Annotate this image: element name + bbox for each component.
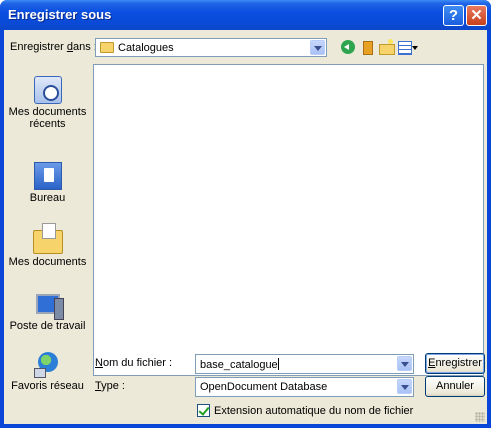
place-my-documents[interactable]: Mes documents (7, 223, 88, 268)
file-type-label: Type : (95, 380, 125, 392)
help-button[interactable]: ? (443, 5, 464, 26)
auto-extension-label[interactable]: Extension automatique du nom de fichier (214, 405, 413, 417)
text-caret (277, 358, 279, 370)
dialog-title: Enregistrer sous (8, 7, 112, 22)
place-network-places[interactable]: Favoris réseau (7, 350, 88, 392)
my-documents-icon (32, 223, 63, 254)
folder-icon (100, 42, 114, 53)
place-my-computer[interactable]: Poste de travail (7, 290, 88, 332)
save-in-dropdown[interactable]: Catalogues (95, 38, 327, 57)
save-as-dialog: Enregistrer sous ? ✕ Enregistrer dans : … (0, 0, 491, 428)
recent-documents-icon (33, 76, 62, 104)
place-label: Mes documents (8, 256, 87, 268)
place-desktop[interactable]: Bureau (7, 162, 88, 204)
place-label: Bureau (29, 192, 66, 204)
save-button[interactable]: Enregistrer (425, 353, 485, 374)
save-in-label: Enregistrer dans : (10, 41, 97, 53)
place-label: Poste de travail (9, 320, 86, 332)
up-folder-icon[interactable] (358, 38, 376, 56)
file-list[interactable] (93, 64, 484, 376)
desktop-icon (33, 162, 62, 190)
chevron-down-icon[interactable] (397, 356, 412, 371)
network-places-icon (33, 350, 62, 378)
cancel-button[interactable]: Annuler (425, 376, 485, 397)
back-icon[interactable] (339, 38, 357, 56)
file-name-label: Nom du fichier : (95, 357, 173, 369)
title-bar[interactable]: Enregistrer sous ? ✕ (0, 0, 491, 30)
my-computer-icon (34, 294, 64, 320)
views-menu-icon[interactable] (397, 38, 419, 56)
auto-extension-checkbox[interactable] (197, 404, 210, 417)
close-button[interactable]: ✕ (466, 5, 487, 26)
dialog-body: Enregistrer dans : Catalogues Mes docume… (4, 30, 487, 424)
file-type-value: OpenDocument Database (200, 381, 328, 393)
resize-grip[interactable] (475, 412, 485, 422)
file-name-value: base_catalogue (200, 359, 278, 371)
chevron-down-icon[interactable] (310, 40, 325, 55)
chevron-down-icon[interactable] (397, 379, 412, 394)
file-type-dropdown[interactable]: OpenDocument Database (195, 377, 414, 397)
save-in-value: Catalogues (118, 42, 174, 54)
places-bar: Mes documents récents Bureau Mes documen… (7, 64, 88, 392)
place-label: Mes documents récents (8, 106, 87, 130)
place-label: Favoris réseau (11, 380, 84, 392)
new-folder-icon[interactable] (377, 38, 395, 56)
place-recent-documents[interactable]: Mes documents récents (7, 76, 88, 130)
file-name-input[interactable]: base_catalogue (195, 354, 414, 374)
